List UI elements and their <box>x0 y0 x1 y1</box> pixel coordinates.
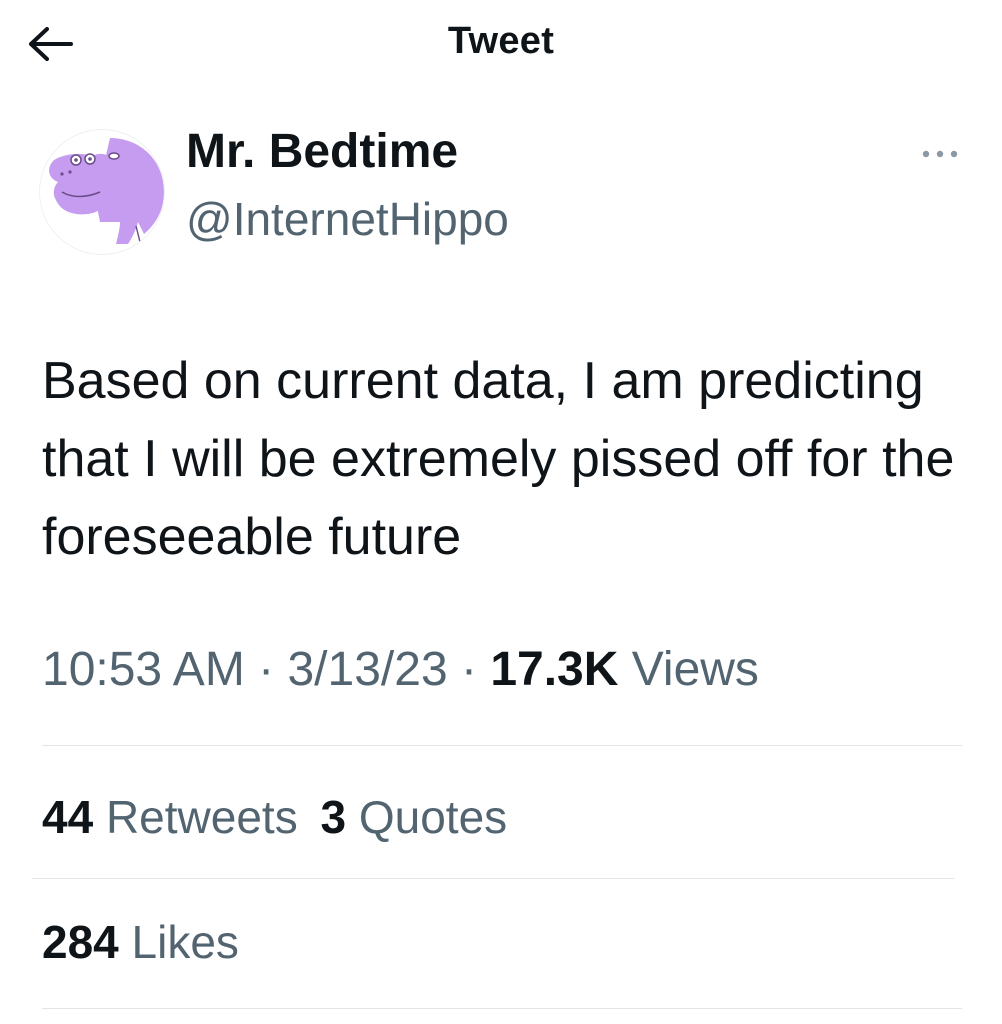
divider <box>42 1008 962 1009</box>
tweet-time[interactable]: 10:53 AM <box>42 643 245 696</box>
views-link[interactable]: 17.3K Views <box>490 643 759 696</box>
top-bar: Tweet <box>0 0 1002 90</box>
tweet-meta: 10:53 AM · 3/13/23 · 17.3K Views <box>42 642 759 697</box>
quotes-link[interactable]: 3 Quotes <box>320 791 507 843</box>
quotes-label: Quotes <box>358 791 508 843</box>
likes-count: 284 <box>42 916 119 968</box>
more-options-button[interactable] <box>912 136 968 172</box>
tweet-text: Based on current data, I am predicting t… <box>42 352 955 566</box>
views-count: 17.3K <box>490 643 619 696</box>
user-handle[interactable]: @InternetHippo <box>186 192 509 246</box>
meta-separator: · <box>258 643 275 696</box>
retweets-label: Retweets <box>105 791 298 843</box>
retweets-count: 44 <box>42 791 94 843</box>
quotes-count: 3 <box>320 791 347 843</box>
divider <box>32 878 954 879</box>
retweets-link[interactable]: 44 Retweets <box>42 791 298 843</box>
likes-link[interactable]: 284 Likes <box>42 916 239 968</box>
tweet-date[interactable]: 3/13/23 <box>287 643 447 696</box>
likes-row: 284 Likes <box>42 915 239 969</box>
meta-separator: · <box>460 643 477 696</box>
ellipsis-icon <box>922 150 958 158</box>
divider <box>42 745 962 746</box>
views-label: Views <box>631 643 759 696</box>
hippo-avatar-icon <box>40 130 164 254</box>
avatar[interactable] <box>40 130 164 254</box>
display-name[interactable]: Mr. Bedtime <box>186 124 458 179</box>
engagement-row: 44 Retweets 3 Quotes <box>42 790 507 844</box>
likes-label: Likes <box>131 916 239 968</box>
page-title: Tweet <box>447 20 555 62</box>
